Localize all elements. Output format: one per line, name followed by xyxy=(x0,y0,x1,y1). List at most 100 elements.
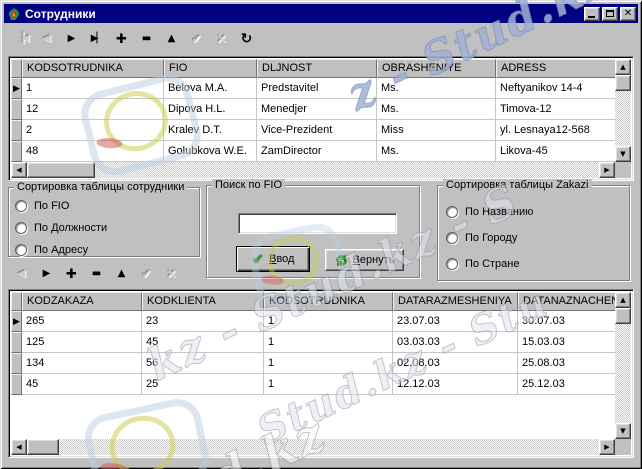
maximize-button[interactable] xyxy=(602,6,618,21)
grid-cell[interactable]: 25 xyxy=(142,374,264,395)
edit-record-button[interactable]: ▲ xyxy=(160,28,183,50)
column-header[interactable]: KODSOTRUDNIKA xyxy=(264,292,393,311)
grid-cell[interactable]: 25.08.03 xyxy=(518,353,617,374)
refresh-button[interactable]: ↻ xyxy=(235,28,258,50)
grid-cell[interactable]: 25.12.03 xyxy=(518,374,617,395)
next-record-button[interactable]: ▶ xyxy=(35,263,58,285)
post-edit-button[interactable]: ✔ xyxy=(185,28,208,50)
return-button[interactable]: Вернуть xyxy=(325,249,404,271)
grid-cell[interactable]: 1 xyxy=(264,332,393,353)
grid-cell[interactable]: Ms. xyxy=(377,78,496,99)
grid-cell[interactable]: 30.07.03 xyxy=(518,311,617,332)
grid-cell[interactable]: 23.07.03 xyxy=(393,311,518,332)
minimize-button[interactable] xyxy=(584,6,600,21)
column-header[interactable]: KODZAKAZA xyxy=(22,292,142,311)
radio-icon[interactable] xyxy=(15,221,27,234)
close-button[interactable]: ✕ xyxy=(620,6,636,21)
grid-cell[interactable]: Predstavitel xyxy=(257,78,377,99)
prior-record-button[interactable]: ◀ xyxy=(35,28,58,50)
grid-cell[interactable]: 12 xyxy=(22,99,164,120)
grid-cell[interactable]: 15.03.03 xyxy=(518,332,617,353)
grid-cell[interactable]: 03.03.03 xyxy=(393,332,518,353)
radio-option[interactable]: По Стране xyxy=(446,257,629,270)
grid-cell[interactable]: 2 xyxy=(22,120,164,141)
column-header[interactable]: FIO xyxy=(164,59,257,78)
enter-button[interactable]: ✔ Ввод xyxy=(236,246,310,272)
search-fio-input[interactable] xyxy=(238,213,397,234)
delete-record-button[interactable]: ▬ xyxy=(135,28,158,50)
radio-option[interactable]: По Названию xyxy=(446,205,629,218)
vertical-scrollbar[interactable]: ▲ ▼ xyxy=(615,292,631,439)
radio-icon[interactable] xyxy=(15,199,27,212)
grid-cell[interactable]: 23 xyxy=(142,311,264,332)
grid-cell[interactable]: 45 xyxy=(22,374,142,395)
edit-record-button[interactable]: ▲ xyxy=(110,263,133,285)
radio-icon[interactable] xyxy=(446,231,458,244)
insert-record-button[interactable]: ✚ xyxy=(60,263,83,285)
grid-cell[interactable]: 02.08.03 xyxy=(393,353,518,374)
cancel-edit-button[interactable]: ✕ xyxy=(210,28,233,50)
grid-cell[interactable]: 1 xyxy=(264,353,393,374)
grid-cell[interactable]: Neftyanikov 14-4 xyxy=(496,78,617,99)
scroll-right-button[interactable]: ▶ xyxy=(599,439,615,455)
scrollbar-thumb[interactable] xyxy=(27,439,59,455)
grid-cell[interactable]: 12.12.03 xyxy=(393,374,518,395)
cancel-edit-button[interactable]: ✕ xyxy=(160,263,183,285)
radio-option[interactable]: По Адресу xyxy=(15,243,199,256)
grid-cell[interactable]: yl. Lesnaya12-568 xyxy=(496,120,617,141)
grid-cell[interactable]: 265 xyxy=(22,311,142,332)
vertical-scrollbar[interactable]: ▲ ▼ xyxy=(615,59,631,162)
grid-cell[interactable]: 125 xyxy=(22,332,142,353)
grid-cell[interactable]: 1 xyxy=(264,311,393,332)
grid-cell[interactable]: ZamDirector xyxy=(257,141,377,162)
grid-cell[interactable]: Miss xyxy=(377,120,496,141)
grid-cell[interactable]: Kralev D.T. xyxy=(164,120,257,141)
radio-icon[interactable] xyxy=(446,205,458,218)
scrollbar-thumb[interactable] xyxy=(615,75,631,91)
horizontal-scrollbar[interactable]: ◀ ▶ xyxy=(11,162,615,178)
scroll-down-button[interactable]: ▼ xyxy=(615,146,631,162)
scroll-left-button[interactable]: ◀ xyxy=(11,439,27,455)
grid-cell[interactable]: Likova-45 xyxy=(496,141,617,162)
prior-record-button[interactable]: ◀ xyxy=(10,263,33,285)
scroll-up-button[interactable]: ▲ xyxy=(615,59,631,75)
grid-cell[interactable]: 48 xyxy=(22,141,164,162)
grid-cell[interactable]: Dipova H.L. xyxy=(164,99,257,120)
radio-option[interactable]: По Должности xyxy=(15,221,199,234)
column-header[interactable]: OBRASHENIYE xyxy=(377,59,496,78)
scroll-right-button[interactable]: ▶ xyxy=(599,162,615,178)
grid-cell[interactable]: 45 xyxy=(142,332,264,353)
radio-option[interactable]: По FIO xyxy=(15,199,199,212)
last-record-button[interactable]: ▶▏ xyxy=(85,28,108,50)
grid-cell[interactable]: 134 xyxy=(22,353,142,374)
horizontal-scrollbar[interactable]: ◀ ▶ xyxy=(11,439,615,455)
delete-record-button[interactable]: ▬ xyxy=(85,263,108,285)
scroll-down-button[interactable]: ▼ xyxy=(615,423,631,439)
scroll-up-button[interactable]: ▲ xyxy=(615,292,631,308)
grid-cell[interactable]: Ms. xyxy=(377,141,496,162)
radio-icon[interactable] xyxy=(15,243,27,256)
grid-cell[interactable]: 1 xyxy=(22,78,164,99)
grid-cell[interactable]: Ms. xyxy=(377,99,496,120)
grid-cell[interactable]: Vice-Prezident xyxy=(257,120,377,141)
column-header[interactable]: KODSOTRUDNIKA xyxy=(22,59,164,78)
grid-cell[interactable]: Golubkova W.E. xyxy=(164,141,257,162)
radio-option[interactable]: По Городу xyxy=(446,231,629,244)
scrollbar-thumb[interactable] xyxy=(615,308,631,324)
column-header[interactable]: DATARAZMESHENIYA xyxy=(393,292,518,311)
insert-record-button[interactable]: ✚ xyxy=(110,28,133,50)
column-header[interactable]: DLJNOST xyxy=(257,59,377,78)
radio-icon[interactable] xyxy=(446,257,458,270)
grid-cell[interactable]: Menedjer xyxy=(257,99,377,120)
column-header[interactable]: DATANAZNACHENIYA xyxy=(518,292,617,311)
scrollbar-thumb[interactable] xyxy=(27,162,95,178)
grid-cell[interactable]: 1 xyxy=(264,374,393,395)
grid-cell[interactable]: Timova-12 xyxy=(496,99,617,120)
post-edit-button[interactable]: ✔ xyxy=(135,263,158,285)
grid-cell[interactable]: Belova M.A. xyxy=(164,78,257,99)
grid-cell[interactable]: 56 xyxy=(142,353,264,374)
column-header[interactable]: ADRESS xyxy=(496,59,617,78)
column-header[interactable]: KODKLIENTA xyxy=(142,292,264,311)
first-record-button[interactable]: ▕◀ xyxy=(10,28,33,50)
next-record-button[interactable]: ▶ xyxy=(60,28,83,50)
